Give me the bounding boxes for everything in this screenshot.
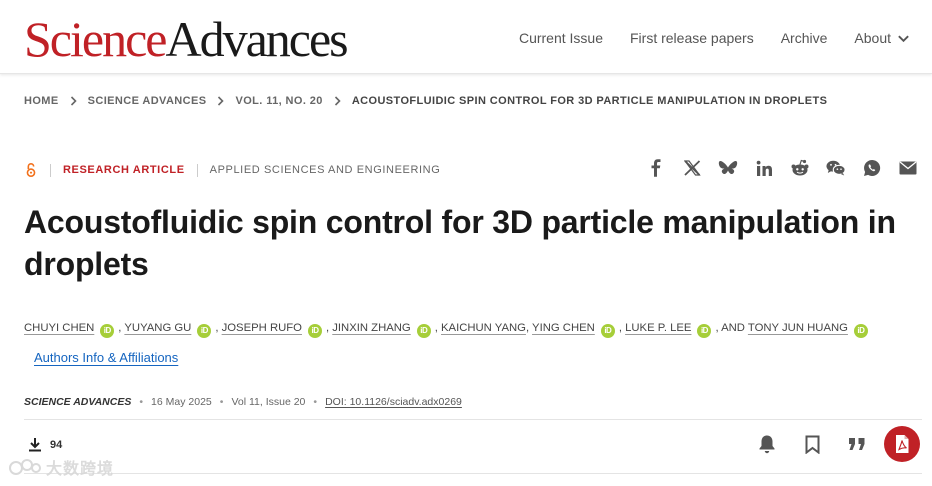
- article-section[interactable]: APPLIED SCIENCES AND ENGINEERING: [210, 164, 441, 176]
- wechat-icon[interactable]: [826, 158, 846, 178]
- watermark: 大数跨境: [8, 455, 114, 479]
- author-name[interactable]: JOSEPH RUFO: [222, 322, 302, 334]
- download-icon: [29, 438, 41, 452]
- orcid-icon[interactable]: iD: [307, 324, 322, 338]
- pdf-icon[interactable]: [884, 426, 920, 462]
- author-name[interactable]: TONY JUN HUANG: [748, 322, 848, 334]
- reddit-icon[interactable]: [790, 158, 810, 178]
- nav-current-issue[interactable]: Current Issue: [519, 30, 603, 46]
- author-separator: , AND: [715, 322, 745, 334]
- orcid-icon[interactable]: iD: [100, 324, 115, 338]
- author-name[interactable]: JINXIN ZHANG: [332, 322, 410, 334]
- author-item: JOSEPH RUFO iD,: [222, 322, 330, 338]
- quote-icon[interactable]: [840, 427, 874, 461]
- x-twitter-icon[interactable]: [682, 158, 702, 178]
- author-separator: ,: [434, 322, 438, 334]
- dot-separator: •: [219, 396, 224, 408]
- author-item: YUYANG GU iD,: [124, 322, 219, 338]
- breadcrumb-home[interactable]: HOME: [24, 95, 59, 107]
- chevron-down-icon: [898, 35, 909, 42]
- author-list: CHUYI CHEN iD, YUYANG GU iD, JOSEPH RUFO iD…: [24, 313, 924, 374]
- watermark-text: 大数跨境: [46, 461, 115, 478]
- logo-science: Science: [24, 11, 167, 67]
- dot-separator: •: [139, 396, 144, 408]
- breadcrumb-issue[interactable]: VOL. 11, NO. 20: [235, 95, 322, 107]
- share-bar: [630, 158, 918, 178]
- orcid-icon[interactable]: iD: [697, 324, 712, 338]
- main-nav: Current Issue First release papers Archi…: [492, 30, 910, 46]
- author-name[interactable]: YING CHEN: [532, 322, 595, 334]
- orcid-icon[interactable]: iD: [853, 324, 868, 338]
- breadcrumb-journal[interactable]: SCIENCE ADVANCES: [88, 95, 207, 107]
- journal-name[interactable]: SCIENCE ADVANCES: [24, 396, 131, 408]
- divider: [50, 163, 51, 177]
- chevron-right-icon: [334, 96, 341, 106]
- author-item: CHUYI CHEN iD,: [24, 322, 122, 338]
- breadcrumb-current: ACOUSTOFLUIDIC SPIN CONTROL FOR 3D PARTI…: [351, 95, 828, 107]
- author-item: TONY JUN HUANG iD: [748, 322, 872, 338]
- authors-info-link[interactable]: Authors Info & Affiliations: [34, 350, 178, 365]
- email-icon[interactable]: [898, 158, 918, 178]
- author-item: YING CHEN iD,: [532, 322, 622, 338]
- site-header: ScienceAdvances Current Issue First rele…: [0, 0, 932, 74]
- watermark-logo-icon: [9, 459, 41, 475]
- whatsapp-icon[interactable]: [862, 158, 882, 178]
- article-type[interactable]: RESEARCH ARTICLE: [63, 164, 185, 176]
- author-name[interactable]: LUKE P. LEE: [625, 322, 691, 334]
- author-separator: ,: [118, 322, 122, 334]
- facebook-icon[interactable]: [646, 158, 666, 178]
- linkedin-icon[interactable]: [754, 158, 774, 178]
- nav-archive[interactable]: Archive: [781, 30, 828, 46]
- breadcrumb: HOME SCIENCE ADVANCES VOL. 11, NO. 20 AC…: [24, 95, 827, 107]
- download-count: 94: [28, 437, 62, 452]
- dot-separator: •: [313, 396, 318, 408]
- article-meta: RESEARCH ARTICLE APPLIED SCIENCES AND EN…: [24, 160, 440, 180]
- doi-link[interactable]: DOI: 10.1126/sciadv.adx0269: [325, 396, 462, 408]
- author-name[interactable]: KAICHUN YANG: [441, 322, 526, 334]
- publication-date: 16 May 2025: [151, 396, 212, 408]
- nav-about[interactable]: About: [854, 30, 910, 46]
- article-tools: [739, 426, 920, 462]
- author-separator: ,: [618, 322, 622, 334]
- publication-info: SCIENCE ADVANCES • 16 May 2025 • Vol 11,…: [24, 396, 462, 408]
- bell-icon[interactable]: [750, 427, 784, 461]
- chevron-right-icon: [218, 96, 225, 106]
- orcid-icon[interactable]: iD: [197, 324, 212, 338]
- article-title: Acoustofluidic spin control for 3D parti…: [24, 204, 896, 282]
- issue-link[interactable]: Vol 11, Issue 20: [231, 396, 305, 408]
- author-name[interactable]: CHUYI CHEN: [24, 322, 94, 334]
- site-logo[interactable]: ScienceAdvances: [24, 11, 349, 67]
- author-separator: ,: [215, 322, 219, 334]
- author-item: LUKE P. LEE iD, AND: [625, 322, 745, 338]
- divider: [196, 163, 198, 177]
- orcid-icon[interactable]: iD: [600, 324, 615, 338]
- bookmark-icon[interactable]: [795, 427, 829, 461]
- author-separator: ,: [325, 322, 330, 334]
- author-item: KAICHUN YANG,: [441, 322, 529, 334]
- author-item: JINXIN ZHANG iD,: [332, 322, 438, 338]
- nav-about-label: About: [854, 30, 891, 46]
- open-access-icon: [26, 163, 36, 178]
- bluesky-icon[interactable]: [718, 158, 738, 178]
- author-name[interactable]: YUYANG GU: [124, 322, 191, 334]
- divider: [24, 419, 922, 420]
- nav-first-release-papers[interactable]: First release papers: [630, 30, 754, 46]
- author-separator: ,: [525, 322, 530, 334]
- orcid-icon[interactable]: iD: [416, 324, 431, 338]
- divider: [24, 473, 922, 474]
- download-count-value: 94: [50, 438, 63, 451]
- chevron-right-icon: [70, 96, 77, 106]
- logo-advances: Advances: [165, 11, 348, 67]
